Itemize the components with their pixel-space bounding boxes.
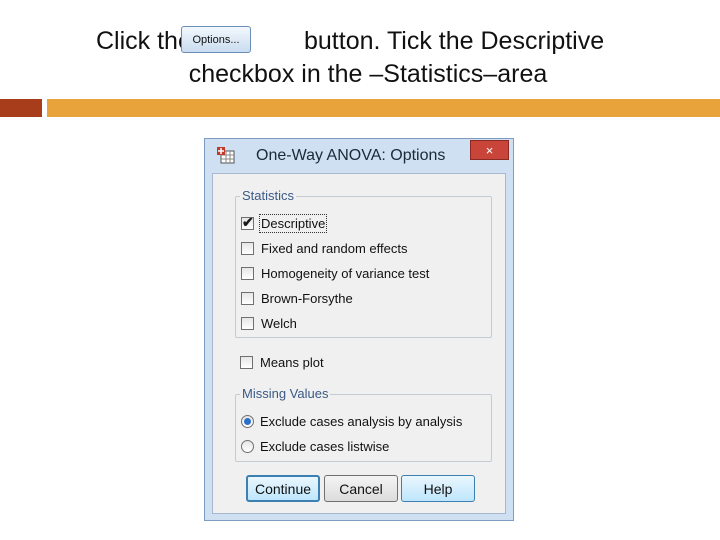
exclude-analysis-label: Exclude cases analysis by analysis — [260, 414, 463, 429]
instruction-text-line2: checkbox in the –Statistics–area — [188, 60, 548, 88]
spss-dialog-icon — [216, 146, 236, 166]
cancel-button[interactable]: Cancel — [324, 475, 398, 502]
descriptive-checkbox[interactable]: ✔ — [241, 214, 254, 230]
dialog-title: One-Way ANOVA: Options — [256, 147, 446, 164]
means-plot-label: Means plot — [260, 355, 324, 370]
brown-forsythe-option[interactable]: Brown-Forsythe — [241, 291, 353, 306]
exclude-analysis-radio[interactable] — [241, 415, 254, 428]
welch-checkbox[interactable] — [241, 317, 254, 330]
fixed-random-effects-option[interactable]: Fixed and random effects — [241, 241, 407, 256]
welch-label: Welch — [261, 316, 297, 331]
exclude-analysis-option[interactable]: Exclude cases analysis by analysis — [241, 414, 462, 429]
exclude-listwise-label: Exclude cases listwise — [260, 439, 390, 454]
dialog-body: Statistics ✔ Descriptive Fixed and rando… — [212, 173, 506, 514]
close-button[interactable]: × — [470, 140, 509, 160]
brown-forsythe-checkbox[interactable] — [241, 292, 254, 305]
fixed-random-effects-checkbox[interactable] — [241, 242, 254, 255]
instruction-text-start: Click the — [96, 27, 192, 55]
brown-forsythe-label: Brown-Forsythe — [261, 291, 353, 306]
accent-bar-orange — [47, 99, 720, 117]
dialog-titlebar[interactable]: One-Way ANOVA: Options × — [205, 139, 513, 173]
checkmark-icon: ✔ — [242, 214, 254, 230]
means-plot-checkbox[interactable] — [240, 356, 253, 369]
missing-values-group: Missing Values Exclude cases analysis by… — [235, 386, 492, 462]
radio-selected-dot — [244, 418, 251, 425]
help-button[interactable]: Help — [401, 475, 475, 502]
means-plot-option[interactable]: Means plot — [240, 355, 324, 370]
homogeneity-label: Homogeneity of variance test — [261, 266, 430, 281]
homogeneity-option[interactable]: Homogeneity of variance test — [241, 266, 429, 281]
descriptive-option[interactable]: ✔ Descriptive — [241, 214, 328, 233]
instruction-text-end: button. Tick the Descriptive — [304, 27, 605, 55]
options-button-image: Options... — [181, 26, 251, 53]
exclude-listwise-option[interactable]: Exclude cases listwise — [241, 439, 389, 454]
missing-values-legend: Missing Values — [240, 386, 331, 401]
descriptive-label: Descriptive — [258, 214, 328, 233]
fixed-random-effects-label: Fixed and random effects — [261, 241, 408, 256]
exclude-listwise-radio[interactable] — [241, 440, 254, 453]
accent-bar-red — [0, 99, 42, 117]
anova-options-dialog: One-Way ANOVA: Options × Statistics ✔ De… — [204, 138, 514, 521]
statistics-legend: Statistics — [240, 188, 297, 203]
continue-button[interactable]: Continue — [246, 475, 320, 502]
homogeneity-checkbox[interactable] — [241, 267, 254, 280]
statistics-group: Statistics ✔ Descriptive Fixed and rando… — [235, 188, 492, 338]
welch-option[interactable]: Welch — [241, 316, 297, 331]
